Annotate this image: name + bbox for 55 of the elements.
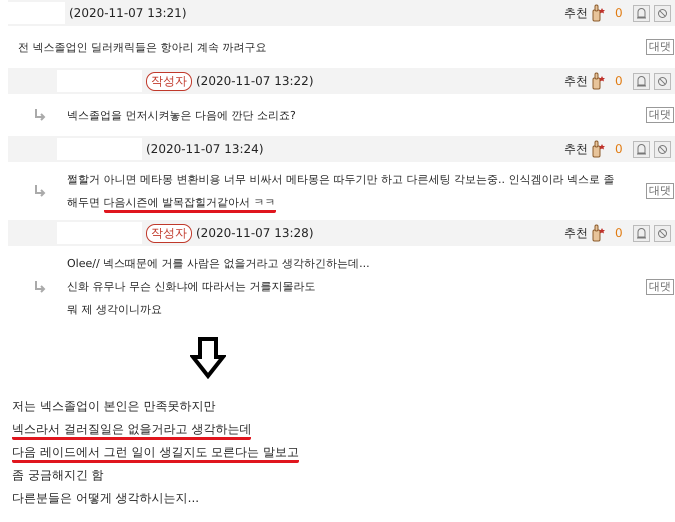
comment-date: (2020-11-07 13:21) — [69, 6, 186, 20]
reply-button[interactable]: 대댓 — [646, 278, 674, 294]
comment-date: (2020-11-07 13:28) — [196, 226, 314, 240]
post-text: 넥스라서 걸러질일은 없을거라고 생각하는데 — [12, 422, 252, 440]
author-badge: 작성자 — [146, 72, 192, 90]
comment-text: 다음시즌에 발목잡힐거같아서 ㅋㅋ — [104, 196, 276, 213]
author-badge: 작성자 — [146, 224, 192, 242]
block-button[interactable] — [654, 140, 671, 158]
block-icon — [657, 228, 668, 238]
block-icon — [657, 76, 668, 86]
comment-text: 쩔할거 아니면 메타몽 변환비용 너무 비싸서 메타몽은 따두기만 하고 다른세팅 각보는중.. 인식겜이라 넥스로 졸 — [67, 173, 614, 186]
down-arrow-icon — [190, 337, 226, 379]
comment-date: (2020-11-07 13:24) — [146, 142, 264, 156]
reply-button[interactable]: 대댓 — [646, 107, 674, 123]
reply-arrow-icon — [33, 184, 47, 198]
reply-button[interactable]: 대댓 — [646, 39, 674, 55]
thumbs-up-icon[interactable] — [591, 3, 607, 23]
recommend-count: 0 — [615, 226, 624, 240]
recommend-count: 0 — [615, 6, 624, 20]
recommend-label: 추천 — [564, 140, 588, 158]
thumbs-up-icon[interactable] — [591, 139, 607, 159]
report-button[interactable] — [633, 72, 650, 90]
bell-icon — [636, 76, 647, 86]
block-icon — [657, 8, 668, 18]
report-button[interactable] — [633, 140, 650, 158]
reply-arrow-icon — [33, 280, 47, 294]
thumbs-up-icon[interactable] — [591, 71, 607, 91]
comment-date: (2020-11-07 13:22) — [196, 74, 314, 88]
recommend-count: 0 — [615, 74, 624, 88]
block-button[interactable] — [654, 224, 671, 242]
thumbs-up-icon[interactable] — [591, 223, 607, 243]
recommend-label: 추천 — [564, 72, 588, 90]
reply-arrow-icon — [33, 108, 47, 122]
post-text: 저는 넥스졸업이 본인은 만족못하지만 — [12, 399, 216, 413]
post-text: 좀 궁금해지긴 함 — [12, 468, 104, 482]
report-button[interactable] — [633, 4, 650, 22]
bell-icon — [636, 8, 647, 18]
bell-icon — [636, 228, 647, 238]
reply-button[interactable]: 대댓 — [646, 183, 674, 199]
report-button[interactable] — [633, 224, 650, 242]
recommend-label: 추천 — [564, 224, 588, 242]
comment-text: 넥스졸업을 먼저시켜놓은 다음에 깐단 소리죠? — [67, 108, 296, 122]
post-text: 다른분들은 어떻게 생각하시는지... — [12, 491, 200, 505]
block-icon — [657, 144, 668, 154]
comment-text: 전 넥스졸업인 딜러캐릭들은 항아리 계속 까려구요 — [18, 40, 266, 54]
block-button[interactable] — [654, 4, 671, 22]
comment-text: Olee// 넥스때문에 거를 사람은 없을거라고 생각하긴하는데... — [67, 257, 370, 270]
block-button[interactable] — [654, 72, 671, 90]
recommend-count: 0 — [615, 142, 624, 156]
bell-icon — [636, 144, 647, 154]
post-text: 다음 레이드에서 그런 일이 생길지도 모른다는 말보고 — [12, 445, 299, 463]
recommend-label: 추천 — [564, 4, 588, 22]
comment-text: 해두면 — [67, 196, 101, 209]
comment-text: 뭐 제 생각이니까요 — [67, 303, 162, 316]
comment-text: 신화 유무나 무슨 신화냐에 따라서는 거를지몰라도 — [67, 280, 316, 293]
